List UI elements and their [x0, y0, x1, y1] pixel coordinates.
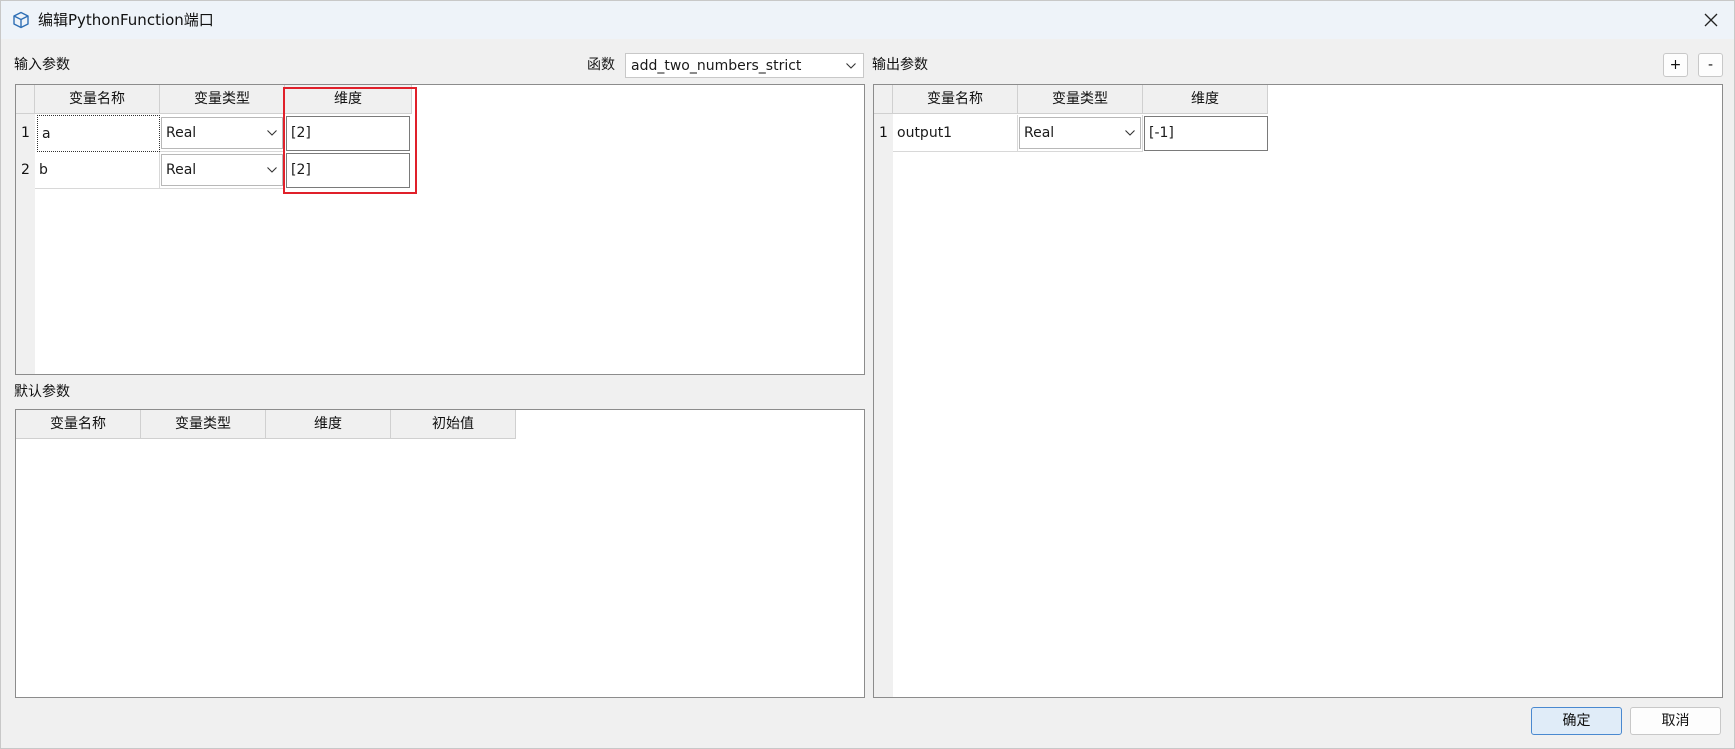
table-corner [16, 85, 35, 114]
window-title: 编辑PythonFunction端口 [38, 11, 214, 29]
chevron-down-icon [839, 54, 863, 77]
chevron-down-icon [1120, 130, 1140, 136]
type-value: Real [166, 125, 197, 141]
type-value: Real [166, 162, 197, 178]
column-header-name[interactable]: 变量名称 [35, 85, 160, 114]
column-header-type[interactable]: 变量类型 [141, 410, 266, 439]
cancel-button[interactable]: 取消 [1630, 707, 1721, 735]
output-name-field[interactable]: output1 [893, 115, 1018, 152]
ok-button[interactable]: 确定 [1531, 707, 1622, 735]
input-params-table: 变量名称 变量类型 维度 1 a Real [2] 2 b Real [2] [15, 84, 865, 375]
chevron-down-icon [262, 167, 282, 173]
input-params-label: 输入参数 [14, 57, 70, 73]
highlight-annotation [283, 87, 417, 194]
type-value: Real [1024, 125, 1055, 141]
add-output-button[interactable]: + [1663, 53, 1688, 77]
dialog-window: 编辑PythonFunction端口 输入参数 函数 add_two_numbe… [0, 0, 1735, 749]
close-icon [1704, 13, 1718, 27]
column-header-initial-value[interactable]: 初始值 [391, 410, 516, 439]
title-bar: 编辑PythonFunction端口 [1, 1, 1734, 39]
input-type-select[interactable]: Real [160, 152, 285, 189]
close-button[interactable] [1688, 1, 1734, 39]
output-params-table: 变量名称 变量类型 维度 1 output1 Real [-1] [873, 84, 1723, 698]
output-params-label: 输出参数 [872, 57, 928, 73]
output-type-select[interactable]: Real [1018, 115, 1143, 152]
function-select[interactable]: add_two_numbers_strict [625, 53, 864, 78]
input-name-field[interactable]: b [35, 152, 160, 189]
remove-output-button[interactable]: - [1698, 53, 1723, 77]
column-header-type[interactable]: 变量类型 [160, 85, 285, 114]
column-header-name[interactable]: 变量名称 [16, 410, 141, 439]
row-number: 1 [874, 115, 893, 152]
output-dimension-field[interactable]: [-1] [1144, 116, 1268, 151]
row-number: 2 [16, 152, 35, 189]
table-corner [874, 85, 893, 114]
function-selected-value: add_two_numbers_strict [631, 57, 802, 74]
column-header-name[interactable]: 变量名称 [893, 85, 1018, 114]
row-header-column [874, 85, 893, 697]
default-params-label: 默认参数 [14, 384, 70, 400]
input-type-select[interactable]: Real [160, 115, 285, 152]
input-name-field[interactable]: a [37, 115, 160, 152]
function-label: 函数 [587, 57, 615, 73]
default-params-table: 变量名称 变量类型 维度 初始值 [15, 409, 865, 698]
column-header-type[interactable]: 变量类型 [1018, 85, 1143, 114]
chevron-down-icon [262, 130, 282, 136]
column-header-dimension[interactable]: 维度 [266, 410, 391, 439]
row-number: 1 [16, 115, 35, 152]
column-header-dimension[interactable]: 维度 [1143, 85, 1268, 114]
cube-icon [13, 11, 29, 29]
